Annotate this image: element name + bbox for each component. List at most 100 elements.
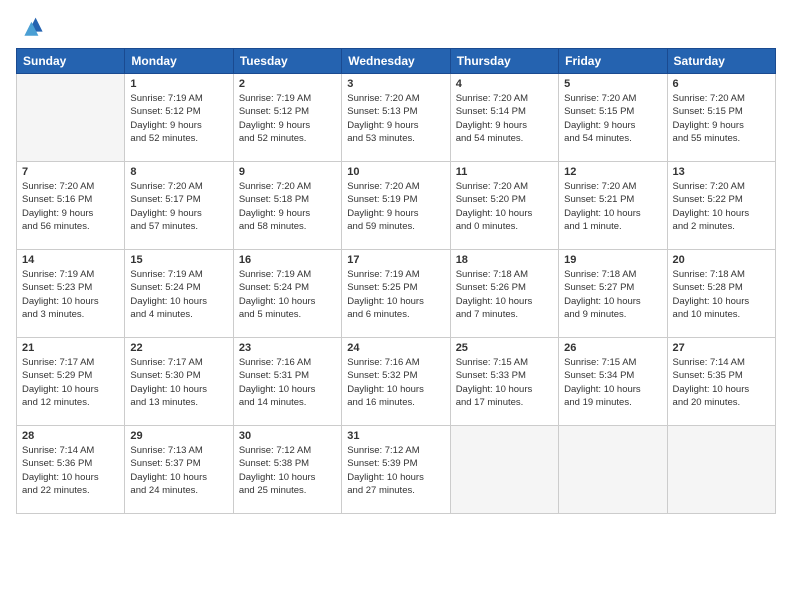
calendar-cell: 22 Sunrise: 7:17 AMSunset: 5:30 PMDayligh…	[125, 338, 233, 426]
calendar-cell: 21 Sunrise: 7:17 AMSunset: 5:29 PMDayligh…	[17, 338, 125, 426]
calendar-cell: 2Sunrise: 7:19 AMSunset: 5:12 PMDaylight…	[233, 74, 341, 162]
calendar-cell: 14 Sunrise: 7:19 AMSunset: 5:23 PMDayligh…	[17, 250, 125, 338]
calendar-cell: 20 Sunrise: 7:18 AMSunset: 5:28 PMDayligh…	[667, 250, 775, 338]
day-number: 21	[22, 342, 119, 354]
day-number: 22	[130, 342, 227, 354]
day-header-wednesday: Wednesday	[342, 49, 450, 74]
day-number: 26	[564, 342, 661, 354]
day-header-sunday: Sunday	[17, 49, 125, 74]
day-number: 16	[239, 254, 336, 266]
day-number: 6	[673, 78, 770, 90]
calendar-cell: 15 Sunrise: 7:19 AMSunset: 5:24 PMDayligh…	[125, 250, 233, 338]
day-number: 17	[347, 254, 444, 266]
day-info: Sunrise: 7:18 AMSunset: 5:27 PMDaylight:…	[564, 268, 661, 321]
day-info: Sunrise: 7:17 AMSunset: 5:29 PMDaylight:…	[22, 356, 119, 409]
calendar-cell: 26Sunrise: 7:15 AMSunset: 5:34 PMDayligh…	[559, 338, 667, 426]
day-header-friday: Friday	[559, 49, 667, 74]
calendar-cell: 24 Sunrise: 7:16 AMSunset: 5:32 PMDayligh…	[342, 338, 450, 426]
week-row-1: 1 Sunrise: 7:19 AMSunset: 5:12 PMDaylight…	[17, 74, 776, 162]
calendar-cell: 19 Sunrise: 7:18 AMSunset: 5:27 PMDayligh…	[559, 250, 667, 338]
calendar-cell: 10Sunrise: 7:20 AMSunset: 5:19 PMDayligh…	[342, 162, 450, 250]
week-row-5: 28Sunrise: 7:14 AMSunset: 5:36 PMDayligh…	[17, 426, 776, 514]
day-info: Sunrise: 7:14 AMSunset: 5:35 PMDaylight:…	[673, 356, 770, 409]
day-info: Sunrise: 7:20 AMSunset: 5:13 PMDaylight:…	[347, 92, 444, 145]
week-row-2: 7 Sunrise: 7:20 AMSunset: 5:16 PMDaylight…	[17, 162, 776, 250]
day-number: 12	[564, 166, 661, 178]
header-row: SundayMondayTuesdayWednesdayThursdayFrid…	[17, 49, 776, 74]
calendar-cell: 29Sunrise: 7:13 AMSunset: 5:37 PMDayligh…	[125, 426, 233, 514]
day-info: Sunrise: 7:16 AMSunset: 5:32 PMDaylight:…	[347, 356, 444, 409]
day-number: 19	[564, 254, 661, 266]
week-row-3: 14 Sunrise: 7:19 AMSunset: 5:23 PMDayligh…	[17, 250, 776, 338]
day-number: 9	[239, 166, 336, 178]
calendar-cell: 7 Sunrise: 7:20 AMSunset: 5:16 PMDaylight…	[17, 162, 125, 250]
day-number: 7	[22, 166, 119, 178]
calendar-cell: 13Sunrise: 7:20 AMSunset: 5:22 PMDayligh…	[667, 162, 775, 250]
week-row-4: 21 Sunrise: 7:17 AMSunset: 5:29 PMDayligh…	[17, 338, 776, 426]
day-number: 13	[673, 166, 770, 178]
calendar-cell: 4Sunrise: 7:20 AMSunset: 5:14 PMDaylight…	[450, 74, 558, 162]
day-info: Sunrise: 7:20 AMSunset: 5:16 PMDaylight:…	[22, 180, 119, 233]
day-number: 20	[673, 254, 770, 266]
logo-icon	[16, 12, 44, 40]
calendar-cell: 30Sunrise: 7:12 AMSunset: 5:38 PMDayligh…	[233, 426, 341, 514]
day-info: Sunrise: 7:19 AMSunset: 5:24 PMDaylight:…	[130, 268, 227, 321]
calendar-cell: 31 Sunrise: 7:12 AMSunset: 5:39 PMDayligh…	[342, 426, 450, 514]
day-info: Sunrise: 7:18 AMSunset: 5:28 PMDaylight:…	[673, 268, 770, 321]
day-number: 31	[347, 430, 444, 442]
logo	[16, 12, 48, 40]
calendar-cell: 27 Sunrise: 7:14 AMSunset: 5:35 PMDayligh…	[667, 338, 775, 426]
day-number: 8	[130, 166, 227, 178]
calendar-cell: 25 Sunrise: 7:15 AMSunset: 5:33 PMDayligh…	[450, 338, 558, 426]
day-header-thursday: Thursday	[450, 49, 558, 74]
day-info: Sunrise: 7:18 AMSunset: 5:26 PMDaylight:…	[456, 268, 553, 321]
day-number: 1	[130, 78, 227, 90]
day-number: 10	[347, 166, 444, 178]
day-info: Sunrise: 7:19 AMSunset: 5:12 PMDaylight:…	[239, 92, 336, 145]
calendar-table: SundayMondayTuesdayWednesdayThursdayFrid…	[16, 48, 776, 514]
day-number: 24	[347, 342, 444, 354]
header	[16, 12, 776, 40]
day-number: 27	[673, 342, 770, 354]
day-info: Sunrise: 7:12 AMSunset: 5:39 PMDaylight:…	[347, 444, 444, 497]
calendar-cell: 1 Sunrise: 7:19 AMSunset: 5:12 PMDaylight…	[125, 74, 233, 162]
calendar-cell	[17, 74, 125, 162]
calendar-cell: 23 Sunrise: 7:16 AMSunset: 5:31 PMDayligh…	[233, 338, 341, 426]
day-number: 18	[456, 254, 553, 266]
day-info: Sunrise: 7:20 AMSunset: 5:18 PMDaylight:…	[239, 180, 336, 233]
day-header-tuesday: Tuesday	[233, 49, 341, 74]
day-info: Sunrise: 7:19 AMSunset: 5:23 PMDaylight:…	[22, 268, 119, 321]
day-number: 5	[564, 78, 661, 90]
calendar-cell: 17Sunrise: 7:19 AMSunset: 5:25 PMDayligh…	[342, 250, 450, 338]
day-info: Sunrise: 7:15 AMSunset: 5:33 PMDaylight:…	[456, 356, 553, 409]
calendar-cell: 12 Sunrise: 7:20 AMSunset: 5:21 PMDayligh…	[559, 162, 667, 250]
day-number: 29	[130, 430, 227, 442]
day-info: Sunrise: 7:20 AMSunset: 5:21 PMDaylight:…	[564, 180, 661, 233]
calendar-cell: 18 Sunrise: 7:18 AMSunset: 5:26 PMDayligh…	[450, 250, 558, 338]
day-number: 14	[22, 254, 119, 266]
day-info: Sunrise: 7:16 AMSunset: 5:31 PMDaylight:…	[239, 356, 336, 409]
day-number: 28	[22, 430, 119, 442]
page: SundayMondayTuesdayWednesdayThursdayFrid…	[0, 0, 792, 612]
day-info: Sunrise: 7:19 AMSunset: 5:12 PMDaylight:…	[130, 92, 227, 145]
day-info: Sunrise: 7:17 AMSunset: 5:30 PMDaylight:…	[130, 356, 227, 409]
calendar-cell: 16 Sunrise: 7:19 AMSunset: 5:24 PMDayligh…	[233, 250, 341, 338]
day-header-monday: Monday	[125, 49, 233, 74]
day-number: 30	[239, 430, 336, 442]
day-info: Sunrise: 7:20 AMSunset: 5:20 PMDaylight:…	[456, 180, 553, 233]
day-number: 23	[239, 342, 336, 354]
calendar-cell: 3 Sunrise: 7:20 AMSunset: 5:13 PMDaylight…	[342, 74, 450, 162]
calendar-cell: 5Sunrise: 7:20 AMSunset: 5:15 PMDaylight…	[559, 74, 667, 162]
day-info: Sunrise: 7:20 AMSunset: 5:17 PMDaylight:…	[130, 180, 227, 233]
calendar-cell: 28Sunrise: 7:14 AMSunset: 5:36 PMDayligh…	[17, 426, 125, 514]
day-number: 3	[347, 78, 444, 90]
day-number: 11	[456, 166, 553, 178]
day-number: 15	[130, 254, 227, 266]
calendar-cell	[450, 426, 558, 514]
calendar-cell: 6Sunrise: 7:20 AMSunset: 5:15 PMDaylight…	[667, 74, 775, 162]
day-info: Sunrise: 7:20 AMSunset: 5:14 PMDaylight:…	[456, 92, 553, 145]
day-info: Sunrise: 7:19 AMSunset: 5:24 PMDaylight:…	[239, 268, 336, 321]
day-header-saturday: Saturday	[667, 49, 775, 74]
calendar-cell	[667, 426, 775, 514]
day-number: 25	[456, 342, 553, 354]
